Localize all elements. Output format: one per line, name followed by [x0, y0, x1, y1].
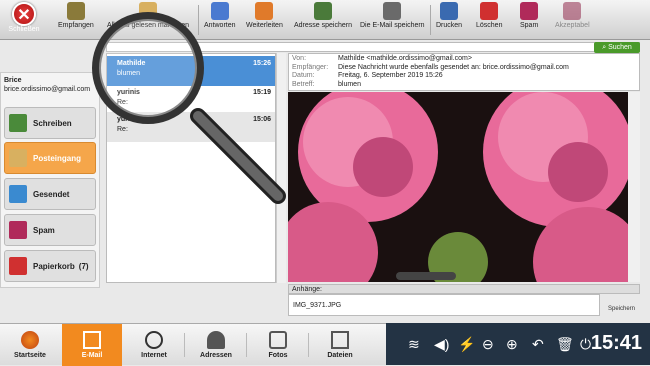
message-sender: yurinis — [117, 89, 140, 96]
printer-icon — [440, 2, 459, 20]
subject-label: Betreff: — [292, 80, 315, 88]
zoom-out-icon[interactable]: ⊖ — [482, 334, 494, 354]
message-time: 15:06 — [253, 116, 271, 123]
message-item[interactable]: yurinis Re: 15:19 — [107, 85, 275, 115]
accept-icon — [563, 2, 582, 20]
taskbar-email[interactable]: E-Mail — [62, 324, 122, 366]
taskbar-addresses[interactable]: Adressen — [186, 324, 246, 366]
taskbar-photos[interactable]: Fotos — [248, 324, 308, 366]
compose-icon — [9, 114, 27, 132]
taskbar-internet[interactable]: Internet — [124, 324, 184, 366]
search-input[interactable] — [106, 42, 640, 52]
subject-value: blumen — [338, 80, 361, 88]
trash-count: (7) — [78, 261, 89, 271]
taskbar-home[interactable]: Startseite — [0, 324, 60, 366]
zoom-in-icon[interactable]: ⊕ — [506, 334, 518, 354]
account-name: Brice — [4, 77, 22, 84]
toolbar-divider — [430, 5, 431, 35]
volume-icon[interactable]: ◀) — [434, 334, 449, 354]
battery-icon[interactable]: ⚡ — [458, 334, 475, 354]
message-subject: Re: — [117, 126, 128, 133]
from-label: Von: — [292, 55, 307, 62]
trash-icon — [480, 2, 499, 20]
clock: 15:41 — [590, 332, 642, 354]
close-label: Schließen — [8, 26, 40, 33]
toolbar-divider — [198, 5, 199, 35]
spam-icon — [520, 2, 539, 20]
message-list: Mathilde blumen 15:26 yurinis Re: 15:19 … — [106, 53, 276, 283]
save-address-button[interactable]: Adresse speichern — [294, 2, 352, 38]
account-info: Brice brice.ordissimo@gmail.com — [4, 76, 90, 94]
close-icon: ✕ — [12, 2, 36, 26]
message-header: Von: Mathilde <mathilde.ordissimo@gmail.c… — [288, 53, 640, 91]
message-sender: yurinis — [117, 116, 140, 123]
rose-image — [288, 92, 640, 282]
message-sender: Mathilde — [117, 60, 146, 67]
folder-compose[interactable]: Schreiben — [4, 107, 96, 139]
system-tray: ≋ ◀) ⚡ ⊖ ⊕ ↶ 🗑 ⏻ 15:41 — [386, 323, 650, 365]
files-icon — [331, 331, 349, 349]
message-item[interactable]: yurinis Re: 15:06 — [107, 112, 275, 142]
save-attachment-button[interactable]: Speichern — [603, 294, 640, 316]
folder-spam[interactable]: Spam — [4, 214, 96, 246]
account-email: brice.ordissimo@gmail.com — [4, 86, 91, 93]
folder-trash[interactable]: Papierkorb (7) — [4, 250, 96, 282]
home-icon — [21, 331, 39, 349]
message-time: 15:26 — [253, 60, 271, 67]
wifi-icon[interactable]: ≋ — [408, 334, 420, 354]
spam-icon — [9, 221, 27, 239]
inbox-icon — [9, 149, 27, 167]
from-value: Mathilde <mathilde.ordissimo@gmail.com> — [338, 55, 472, 62]
spam-button[interactable]: Spam — [520, 2, 538, 38]
receive-button[interactable]: Empfangen — [58, 2, 94, 38]
date-value: Freitag, 6. September 2019 15:26 — [338, 72, 443, 79]
taskbar-divider — [184, 333, 185, 357]
delete-button[interactable]: Löschen — [476, 2, 502, 38]
message-list-scrollbar[interactable] — [276, 53, 286, 283]
message-subject: Re: — [117, 99, 128, 106]
toolbar: ✕ Schließen Empfangen Alle als gelesen m… — [0, 0, 650, 40]
reply-button[interactable]: Antworten — [204, 2, 236, 38]
date-label: Datum: — [292, 72, 315, 79]
attachment-file[interactable]: IMG_9371.JPG — [288, 294, 600, 316]
attachment-preview — [288, 92, 640, 282]
taskbar-divider — [246, 333, 247, 357]
to-label: Empfänger: — [292, 63, 329, 71]
message-subject: blumen — [117, 70, 140, 77]
save-email-button[interactable]: Die E-Mail speichern — [360, 2, 425, 38]
folder-sent[interactable]: Gesendet — [4, 178, 96, 210]
address-book-icon — [313, 2, 332, 20]
mark-all-read-button[interactable]: Alle als gelesen markieren — [107, 2, 189, 38]
mail-icon — [83, 331, 101, 349]
mark-read-icon — [139, 2, 157, 20]
contacts-icon — [207, 331, 225, 349]
power-icon[interactable]: ⏻ — [580, 334, 591, 354]
acceptable-button[interactable]: Akzeptabel — [555, 2, 590, 38]
camera-icon — [269, 331, 287, 349]
save-mail-icon — [383, 2, 402, 20]
inbox-icon — [66, 2, 85, 20]
message-time: 15:19 — [253, 89, 271, 96]
taskbar-files[interactable]: Dateien — [310, 324, 370, 366]
folder-inbox[interactable]: Posteingang — [4, 142, 96, 174]
undo-icon[interactable]: ↶ — [532, 334, 544, 354]
to-value: Diese Nachricht wurde ebenfalls gesendet… — [338, 63, 569, 71]
trash-icon[interactable]: 🗑 — [556, 334, 574, 354]
close-button[interactable]: ✕ Schließen — [3, 2, 45, 38]
reply-icon — [210, 2, 229, 20]
trash-icon — [9, 257, 27, 275]
search-button[interactable]: ⌕ Suchen — [594, 42, 640, 53]
globe-icon — [145, 331, 163, 349]
sent-icon — [9, 185, 27, 203]
forward-icon — [255, 2, 274, 20]
forward-button[interactable]: Weiterleiten — [246, 2, 283, 38]
attachments-header: Anhänge: — [288, 284, 640, 294]
taskbar-divider — [308, 333, 309, 357]
message-item[interactable]: Mathilde blumen 15:26 — [107, 56, 275, 86]
print-button[interactable]: Drucken — [436, 2, 462, 38]
